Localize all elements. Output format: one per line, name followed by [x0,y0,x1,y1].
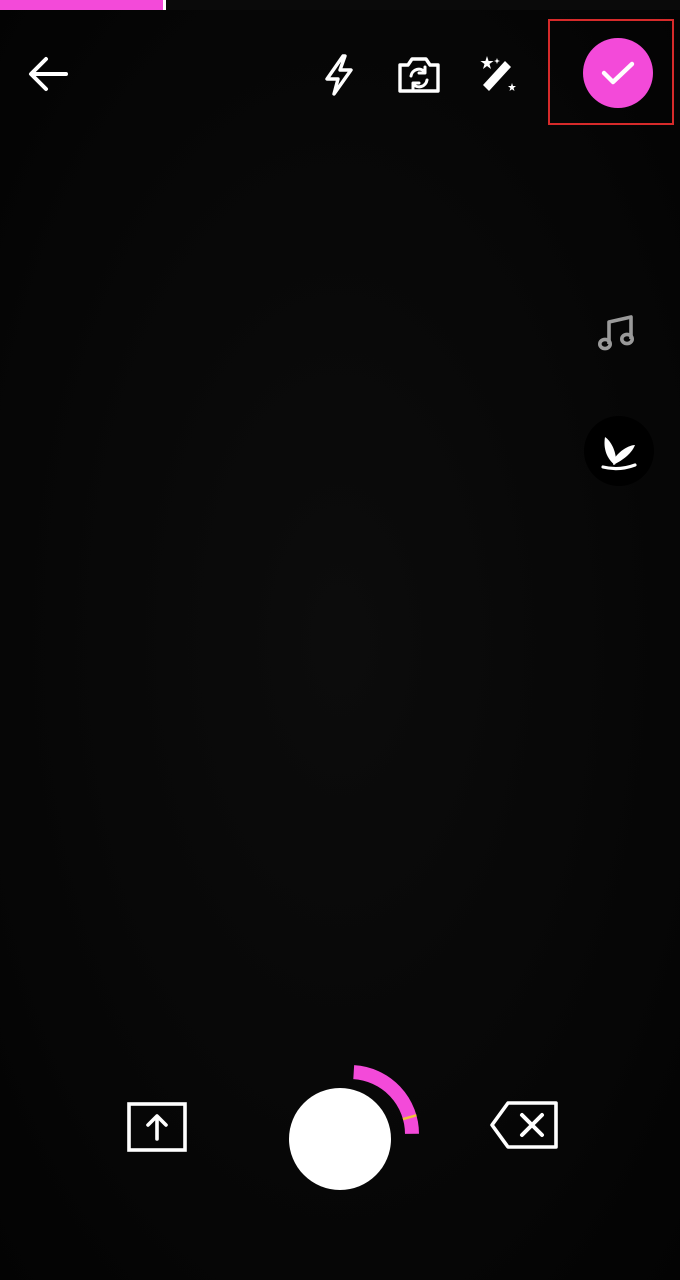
back-button[interactable] [22,50,74,98]
bunny-ears-icon [601,437,637,471]
checkmark-icon [601,61,635,85]
camera-screen [0,0,680,1280]
delete-segment-button[interactable] [487,1097,561,1153]
recording-progress-fill [0,0,164,10]
magic-wand-icon [480,56,516,91]
recording-progress-cursor [163,0,167,10]
record-shutter-button[interactable] [289,1088,391,1190]
confirm-button[interactable] [583,38,653,108]
filter-button[interactable] [584,416,654,486]
flash-button[interactable] [314,50,364,100]
upload-arrow-icon [127,1102,187,1152]
camera-flip-icon [398,57,440,93]
music-note-icon [598,315,634,351]
lightning-bolt-icon [325,54,353,96]
music-button[interactable] [591,307,643,359]
effects-button[interactable] [472,50,522,100]
flip-camera-button[interactable] [393,50,445,100]
upload-button[interactable] [124,1099,190,1155]
arrow-left-icon [29,57,68,91]
recording-progress-bar [0,0,680,10]
backspace-x-icon [490,1101,558,1149]
